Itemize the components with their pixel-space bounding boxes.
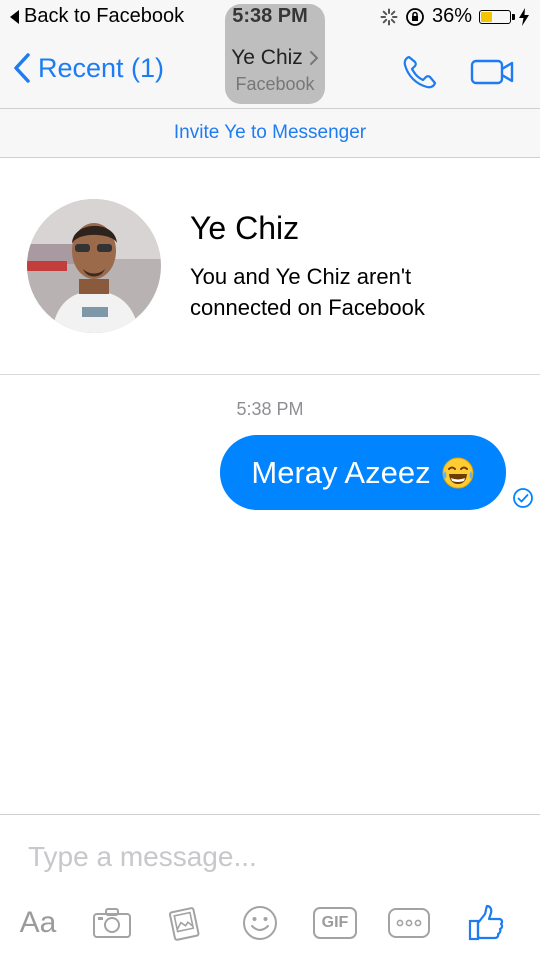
chevron-right-icon <box>309 51 319 65</box>
battery-icon <box>479 9 515 24</box>
activity-spinner-icon <box>380 8 398 25</box>
composer-toolbar: Aa GIF <box>0 899 540 947</box>
text-format-button[interactable]: Aa <box>16 899 60 947</box>
gif-label: GIF <box>321 914 349 931</box>
invite-to-messenger-link[interactable]: Invite Ye to Messenger <box>0 109 540 158</box>
contact-title-button[interactable]: Ye Chiz Facebook <box>225 4 325 104</box>
more-icon <box>388 908 430 938</box>
back-button[interactable]: Recent (1) <box>12 52 164 84</box>
gif-button[interactable]: GIF <box>312 899 358 947</box>
delivered-check-icon <box>513 488 533 508</box>
gif-icon: GIF <box>313 907 357 939</box>
smiley-icon <box>243 906 277 940</box>
photo-button[interactable] <box>162 899 206 947</box>
video-camera-icon[interactable] <box>470 58 516 86</box>
orientation-lock-icon <box>406 7 424 26</box>
tears-of-joy-emoji-icon <box>442 457 474 488</box>
avatar[interactable] <box>27 199 161 333</box>
message-text: Meray Azeez <box>251 454 431 490</box>
more-button[interactable] <box>386 899 432 947</box>
contact-subtitle: Facebook <box>235 74 315 94</box>
thumbs-up-icon <box>468 904 504 941</box>
contact-info-card: Ye Chiz You and Ye Chiz aren't connected… <box>0 158 540 375</box>
text-format-icon: Aa <box>19 906 57 939</box>
conversation-header: Recent (1) Ye Chiz Facebook <box>0 4 540 109</box>
message-input[interactable] <box>28 839 508 875</box>
camera-button[interactable] <box>90 899 134 947</box>
contact-name: Ye Chiz <box>190 210 300 246</box>
camera-icon <box>93 908 131 938</box>
contact-title: Ye Chiz <box>231 46 303 69</box>
back-button-label: Recent (1) <box>38 52 165 83</box>
like-button[interactable] <box>464 899 508 947</box>
sent-message-bubble[interactable]: Meray Azeez <box>220 435 506 510</box>
connection-status: You and Ye Chiz aren't connected on Face… <box>190 264 425 320</box>
battery-fill <box>481 11 492 22</box>
battery-percent: 36% <box>431 5 472 27</box>
message-timestamp: 5:38 PM <box>236 399 304 419</box>
photo-icon <box>168 907 200 941</box>
charging-bolt-icon <box>519 7 529 26</box>
status-indicators: 36% <box>380 5 530 28</box>
phone-icon[interactable] <box>400 52 440 92</box>
chevron-left-icon <box>14 53 30 83</box>
stickers-button[interactable] <box>238 899 282 947</box>
message-composer: Aa <box>0 814 540 961</box>
